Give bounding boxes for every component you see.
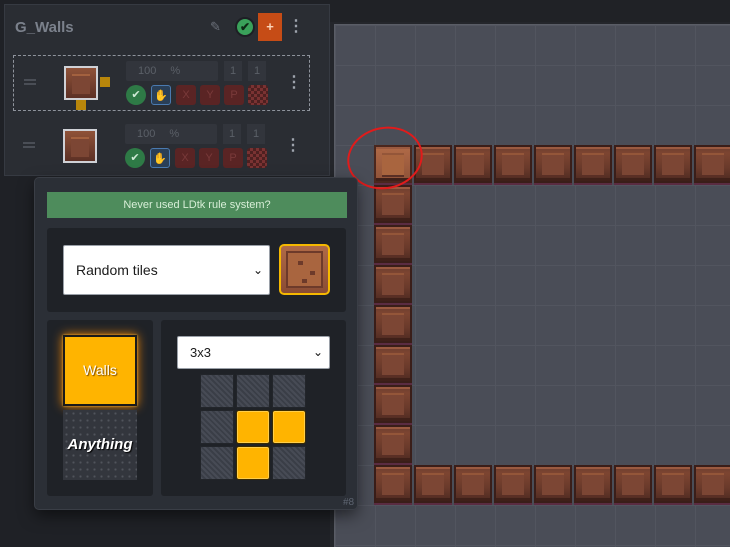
rule-enabled-check-icon[interactable]: ✔ xyxy=(125,148,145,168)
pattern-cell-empty[interactable] xyxy=(200,410,234,444)
wall-tile xyxy=(374,385,412,423)
tile-mode-select[interactable]: Random tiles ⌄ xyxy=(63,245,270,295)
chance-field[interactable]: 100% xyxy=(125,124,217,144)
chance-field[interactable]: 100% xyxy=(126,61,218,81)
rule-pattern-marker xyxy=(76,100,86,110)
wall-tile xyxy=(494,465,532,503)
chevron-down-icon: ⌄ xyxy=(312,345,323,359)
wall-tile xyxy=(494,145,532,183)
wall-tile xyxy=(454,465,492,503)
wall-tile xyxy=(454,145,492,183)
wall-tile xyxy=(374,425,412,463)
x-modulo-field[interactable]: 1 xyxy=(224,61,242,81)
wall-tile xyxy=(374,185,412,223)
perlin-icon[interactable]: P xyxy=(223,148,243,168)
rule-id-label: #8 xyxy=(343,497,355,508)
rule-row[interactable]: 100% 1 1 ✔ ✋ X Y P ⋮ xyxy=(13,55,310,111)
pattern-cell-required[interactable] xyxy=(236,410,270,444)
pattern-cell-required[interactable] xyxy=(236,446,270,480)
level-canvas[interactable] xyxy=(330,0,730,547)
wall-tile xyxy=(694,465,730,503)
pattern-grid xyxy=(200,374,308,482)
hand-icon[interactable]: ✋ xyxy=(151,85,171,105)
wall-tile xyxy=(374,465,412,503)
rule-editor-popup: Never used LDtk rule system? Random tile… xyxy=(35,178,357,509)
wall-tile xyxy=(654,145,692,183)
tile-mode-value: Random tiles xyxy=(76,262,158,278)
wall-tile xyxy=(534,465,572,503)
checker-icon[interactable] xyxy=(248,85,268,105)
wall-tile xyxy=(374,225,412,263)
pattern-editor: 3x3 ⌄ xyxy=(161,320,346,496)
wall-tile xyxy=(694,145,730,183)
pattern-cell-empty[interactable] xyxy=(272,446,306,480)
checker-icon[interactable] xyxy=(247,148,267,168)
y-modulo-field[interactable]: 1 xyxy=(248,61,266,81)
pattern-cell-empty[interactable] xyxy=(200,374,234,408)
layer-enabled-check-icon[interactable]: ✔ xyxy=(235,17,255,37)
pattern-cell-required[interactable] xyxy=(272,410,306,444)
wall-tile xyxy=(374,305,412,343)
rule-row[interactable]: 100% 1 1 ✔ ✋ X Y P ⋮ xyxy=(13,119,310,175)
wall-tile xyxy=(614,145,652,183)
pattern-cell-empty[interactable] xyxy=(200,446,234,480)
x-modulo-field[interactable]: 1 xyxy=(223,124,241,144)
wall-tile xyxy=(374,265,412,303)
wall-tile xyxy=(654,465,692,503)
rule-pattern-marker xyxy=(100,77,110,87)
canvas-top-strip xyxy=(330,0,730,22)
flip-x-icon[interactable]: X xyxy=(176,85,196,105)
rule-tile-thumbnail[interactable] xyxy=(64,66,98,100)
add-rule-button[interactable]: + xyxy=(258,13,282,41)
rule-menu-icon[interactable]: ⋮ xyxy=(286,72,302,92)
drag-handle-icon[interactable] xyxy=(23,142,35,148)
pattern-cell-empty[interactable] xyxy=(236,374,270,408)
help-banner-button[interactable]: Never used LDtk rule system? xyxy=(47,192,347,218)
pencil-icon[interactable]: ✎ xyxy=(210,19,226,35)
perlin-icon[interactable]: P xyxy=(224,85,244,105)
wall-tile xyxy=(574,465,612,503)
flip-y-icon[interactable]: Y xyxy=(199,148,219,168)
y-modulo-field[interactable]: 1 xyxy=(247,124,265,144)
rule-enabled-check-icon[interactable]: ✔ xyxy=(126,85,146,105)
wall-tile xyxy=(614,465,652,503)
wall-tile xyxy=(574,145,612,183)
flip-y-icon[interactable]: Y xyxy=(200,85,220,105)
layer-menu-icon[interactable]: ⋮ xyxy=(288,17,304,37)
rule-tile-thumbnail[interactable] xyxy=(63,129,97,163)
value-anything[interactable]: Anything xyxy=(63,410,137,480)
layer-rules-box: G_Walls ✎ ✔ + ⋮ 100% 1 1 ✔ ✋ X Y P ⋮ 100… xyxy=(4,4,330,176)
value-walls[interactable]: Walls xyxy=(63,335,137,406)
tile-preview xyxy=(286,251,323,288)
int-value-palette: Walls Anything xyxy=(47,320,153,496)
wall-tile xyxy=(374,345,412,383)
pattern-cell-empty[interactable] xyxy=(272,374,306,408)
tile-picker-button[interactable] xyxy=(279,244,330,295)
drag-handle-icon[interactable] xyxy=(24,79,36,85)
rule-menu-icon[interactable]: ⋮ xyxy=(285,135,301,155)
wall-tile xyxy=(414,465,452,503)
flip-x-icon[interactable]: X xyxy=(175,148,195,168)
chevron-down-icon: ⌄ xyxy=(252,263,263,277)
layer-name: G_Walls xyxy=(15,19,74,36)
wall-tile xyxy=(534,145,572,183)
pattern-size-value: 3x3 xyxy=(190,345,211,360)
tile-settings-section: Random tiles ⌄ xyxy=(47,228,346,312)
pattern-size-select[interactable]: 3x3 ⌄ xyxy=(177,336,330,369)
hand-icon[interactable]: ✋ xyxy=(150,148,170,168)
